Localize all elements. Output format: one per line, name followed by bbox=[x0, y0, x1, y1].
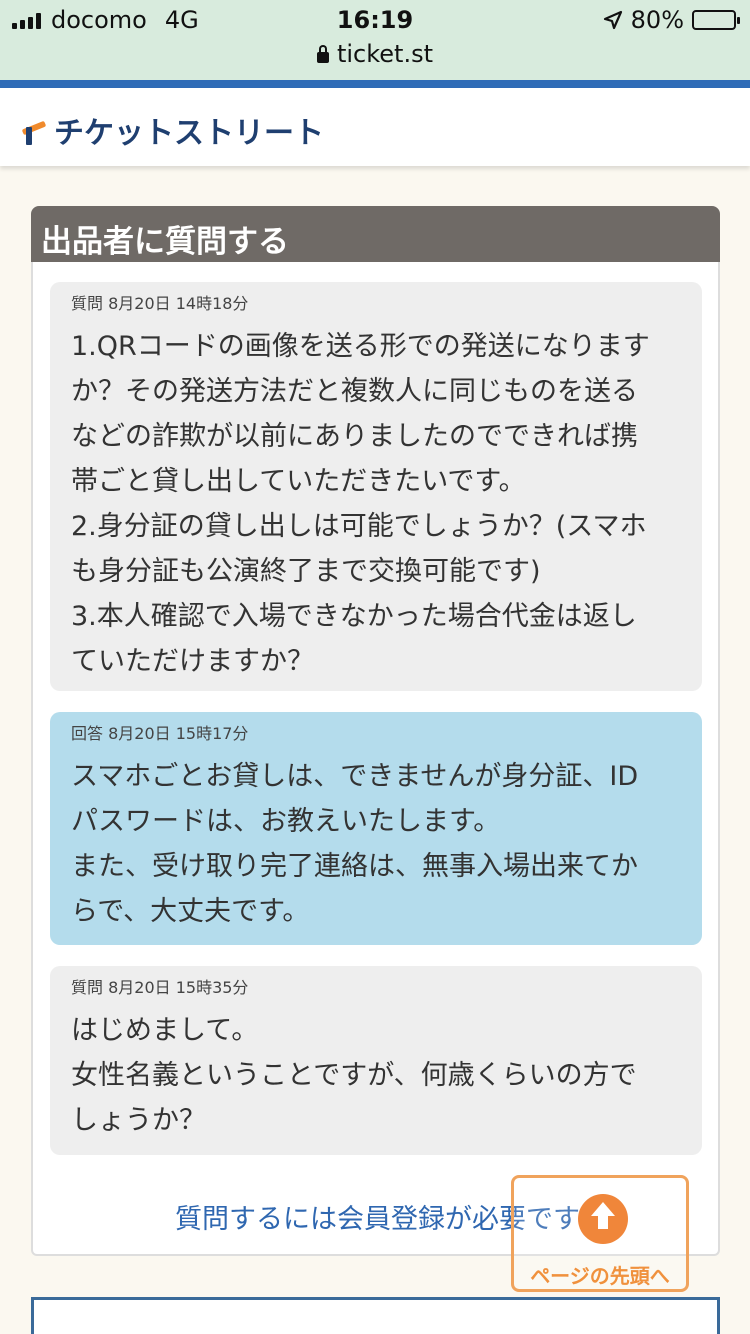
lock-icon bbox=[316, 45, 329, 63]
message-line: 3.本人確認で入場できなかった場合代金は返し bbox=[71, 601, 637, 632]
arrow-up-icon bbox=[578, 1194, 628, 1244]
message-meta: 質問 8月20日 15時35分 bbox=[71, 978, 249, 997]
section-title: 出品者に質問する bbox=[31, 206, 720, 262]
message-line: 1.QRコードの画像を送る形での発送になります bbox=[71, 331, 650, 362]
status-right: 80% bbox=[603, 6, 740, 34]
address-bar[interactable]: ticket.st bbox=[0, 40, 750, 68]
page-top-label: ページの先頭へ bbox=[530, 1264, 670, 1288]
message-line: らで、大丈夫です。 bbox=[71, 896, 310, 927]
message-line: はじめまして。 bbox=[71, 1015, 259, 1046]
message-line: か？その発送方法だと複数人に同じものを送る bbox=[71, 376, 638, 407]
message-line: 帯ごと貸し出していただきたいです。 bbox=[71, 466, 526, 497]
page-top-button[interactable]: ページの先頭へ bbox=[511, 1175, 689, 1292]
message-line: しょうか？ bbox=[71, 1105, 206, 1136]
url-text: ticket.st bbox=[336, 40, 434, 68]
qa-panel: 質問 8月20日 14時18分 1.QRコードの画像を送る形での発送になります … bbox=[31, 262, 720, 1256]
site-header: チケットストリート bbox=[0, 88, 750, 166]
next-section-box bbox=[31, 1297, 720, 1334]
battery-percent: 80% bbox=[630, 6, 684, 34]
message-line: 2.身分証の貸し出しは可能でしょうか？(スマホ bbox=[71, 511, 647, 542]
message-meta: 回答 8月20日 15時17分 bbox=[71, 724, 249, 743]
site-logo[interactable]: チケットストリート bbox=[20, 108, 324, 152]
message-line: も身分証も公演終了まで交換可能です) bbox=[71, 556, 541, 587]
location-arrow-icon bbox=[603, 10, 622, 30]
message-line: 女性名義ということですが、何歳くらいの方で bbox=[71, 1060, 637, 1091]
message-line: などの詐欺が以前にありましたのでできれば携 bbox=[71, 421, 638, 452]
message-meta: 質問 8月20日 14時18分 bbox=[71, 294, 249, 313]
status-bar: docomo 4G 16:19 80% ticket.st bbox=[0, 0, 750, 80]
message-line: ていただけますか？ bbox=[71, 646, 314, 677]
battery-icon bbox=[692, 10, 740, 30]
ticket-logo-icon bbox=[20, 115, 52, 145]
message-line: また、受け取り完了連絡は、無事入場出来てか bbox=[71, 851, 638, 882]
answer-message: 回答 8月20日 15時17分 スマホごとお貸しは、できませんが身分証、ID パ… bbox=[50, 712, 702, 945]
message-line: パスワードは、お教えいたします。 bbox=[71, 806, 501, 837]
header-accent-bar bbox=[0, 80, 750, 88]
question-message: 質問 8月20日 15時35分 はじめまして。 女性名義ということですが、何歳く… bbox=[50, 966, 702, 1155]
message-line: スマホごとお貸しは、できませんが身分証、ID bbox=[71, 761, 639, 792]
question-message: 質問 8月20日 14時18分 1.QRコードの画像を送る形での発送になります … bbox=[50, 282, 702, 691]
logo-text: チケットストリート bbox=[54, 116, 324, 151]
